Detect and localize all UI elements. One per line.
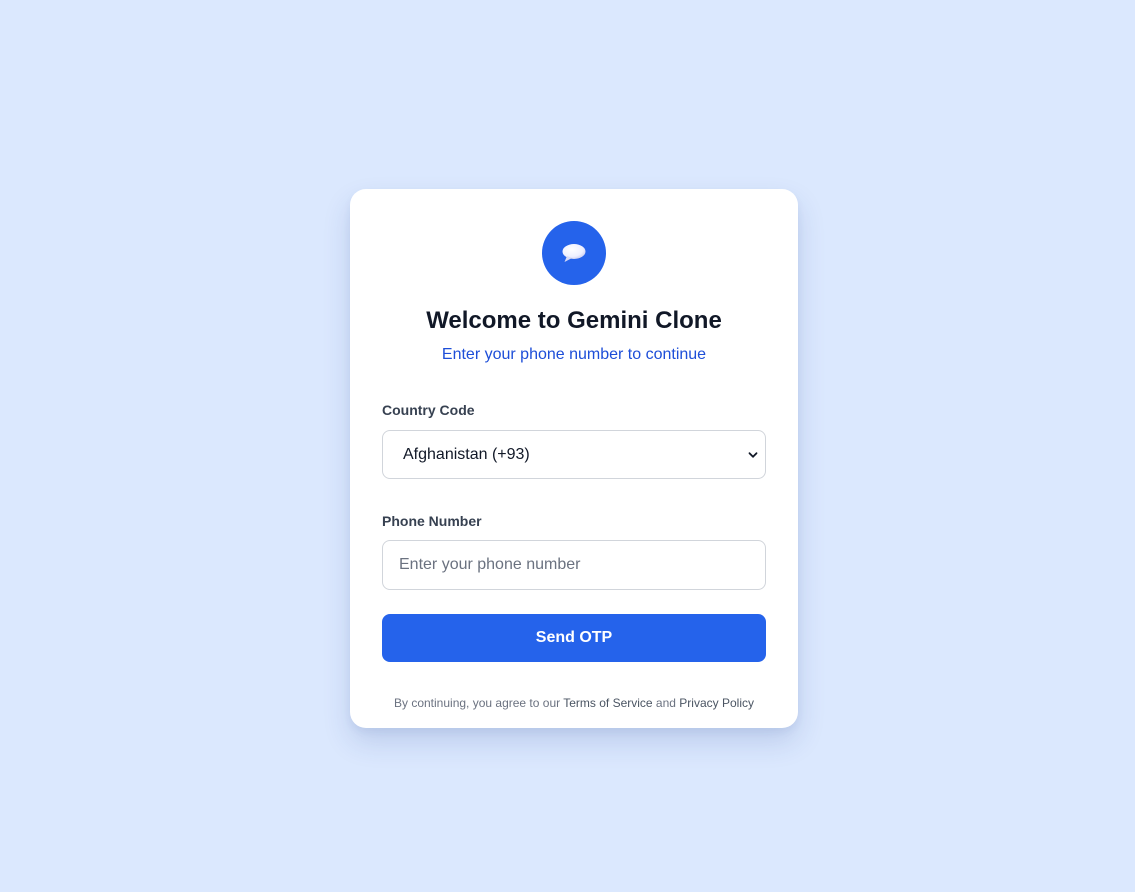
page-subtitle: Enter your phone number to continue	[441, 346, 707, 363]
legal-notice: By continuing, you agree to our Terms of…	[382, 696, 766, 710]
country-code-selected-value: Afghanistan (+93)	[403, 445, 530, 463]
phone-number-label: Phone Number	[382, 513, 482, 529]
legal-conjunction: and	[652, 696, 680, 710]
country-code-select[interactable]: Afghanistan (+93)	[382, 430, 766, 479]
phone-number-input[interactable]	[399, 556, 749, 574]
app-logo	[542, 221, 606, 285]
page-background: Welcome to Gemini Clone Enter your phone…	[0, 0, 1135, 892]
phone-number-field[interactable]	[382, 540, 766, 590]
chat-bubble-icon	[562, 244, 586, 262]
privacy-policy-link[interactable]: Privacy Policy	[679, 696, 754, 710]
chevron-down-icon	[748, 451, 758, 458]
terms-of-service-link[interactable]: Terms of Service	[563, 696, 652, 710]
legal-prefix: By continuing, you agree to our	[394, 696, 564, 710]
send-otp-button-label: Send OTP	[535, 629, 613, 646]
page-title: Welcome to Gemini Clone	[426, 307, 722, 334]
send-otp-button[interactable]: Send OTP	[382, 614, 766, 662]
country-code-label: Country Code	[382, 402, 475, 418]
login-card: Welcome to Gemini Clone Enter your phone…	[350, 189, 798, 728]
